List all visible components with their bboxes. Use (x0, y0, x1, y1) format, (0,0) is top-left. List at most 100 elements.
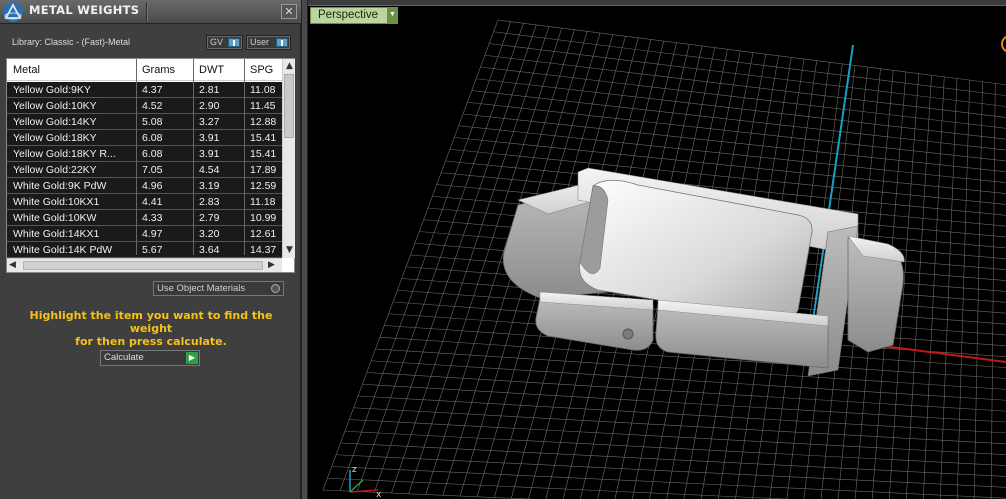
cell-grams: 4.37 (142, 84, 163, 96)
3d-viewport[interactable]: z x Perspective ▼ (308, 0, 1006, 499)
grid-line (922, 76, 945, 499)
scroll-left-icon[interactable]: ◀ (9, 259, 21, 272)
table-row[interactable]: Yellow Gold:22KY 7.05 4.54 17.89 (7, 162, 282, 178)
grid-line (462, 113, 1006, 173)
table-row[interactable]: Yellow Gold:14KY 5.08 3.27 12.88 (7, 114, 282, 130)
perspective-view-button[interactable]: Perspective ▼ (310, 7, 398, 24)
horizontal-scroll-thumb[interactable] (23, 261, 263, 270)
column-header-spg[interactable]: SPG (250, 64, 273, 76)
user-label: User (250, 37, 270, 47)
column-header-metal[interactable]: Metal (13, 64, 40, 76)
instructions-line: for then press calculate. (75, 335, 227, 348)
column-divider (193, 59, 194, 255)
cell-grams: 4.97 (142, 228, 163, 240)
cell-spg: 12.88 (250, 116, 277, 128)
calculate-button[interactable]: Calculate ▶ (100, 350, 200, 366)
metal-weights-panel: METAL WEIGHTS ✕ Library: Classic - (Fast… (0, 0, 301, 499)
cell-grams: 7.05 (142, 164, 163, 176)
instructions-line: Highlight the item you want to find the … (29, 309, 273, 335)
play-icon: ▶ (186, 352, 198, 364)
cell-dwt: 3.20 (199, 228, 220, 240)
table-header: Metal Grams DWT SPG (7, 59, 282, 81)
table-row[interactable]: Yellow Gold:9KY 4.37 2.81 11.08 (7, 82, 282, 98)
panel-title: METAL WEIGHTS (29, 3, 140, 17)
cell-spg: 15.41 (250, 132, 277, 144)
gv-library-toggle[interactable]: GV (206, 35, 243, 50)
cell-grams: 6.08 (142, 132, 163, 144)
instructions-text: Highlight the item you want to find the … (10, 309, 292, 348)
cell-metal: Yellow Gold:22KY (13, 164, 97, 176)
cell-dwt: 3.27 (199, 116, 220, 128)
viewport-scene: z x (322, 19, 1006, 499)
svg-text:x: x (376, 490, 382, 499)
cell-spg: 10.99 (250, 212, 277, 224)
grid-line (349, 419, 1006, 455)
grid-line (357, 395, 1006, 434)
app-logo-icon (3, 2, 23, 22)
cell-grams: 4.33 (142, 212, 163, 224)
grid-line (371, 360, 1006, 401)
x-axis-line (867, 343, 1006, 363)
table-row[interactable]: White Gold:14K PdW 5.67 3.64 14.37 (7, 242, 282, 258)
calculate-label: Calculate (104, 352, 144, 363)
grid-line (454, 137, 1006, 194)
perspective-label: Perspective (318, 9, 379, 21)
close-icon: ✕ (284, 5, 294, 18)
grid-line (375, 348, 1006, 390)
chevron-down-icon[interactable]: ▼ (387, 7, 398, 24)
column-header-dwt[interactable]: DWT (199, 64, 224, 76)
axis-gizmo-icon: z x (349, 465, 382, 499)
cell-metal: Yellow Gold:10KY (13, 100, 97, 112)
table-row[interactable]: White Gold:14KX1 4.97 3.20 12.61 (7, 226, 282, 242)
cell-metal: White Gold:10KX1 (13, 196, 100, 208)
panel-splitter[interactable] (301, 0, 308, 499)
cell-dwt: 2.83 (199, 196, 220, 208)
column-divider (136, 59, 137, 255)
vertical-scroll-thumb[interactable] (284, 74, 294, 138)
table-row[interactable]: White Gold:10KX1 4.41 2.83 11.18 (7, 194, 282, 210)
grid-line (366, 372, 1006, 412)
column-divider (244, 59, 245, 255)
grid-line (973, 81, 983, 499)
grid-line (990, 83, 996, 499)
table-row[interactable]: White Gold:10KW 4.33 2.79 10.99 (7, 210, 282, 226)
cell-dwt: 3.19 (199, 180, 220, 192)
vertical-scrollbar[interactable]: ▲ ▼ (282, 59, 295, 258)
scroll-up-icon[interactable]: ▲ (283, 59, 296, 73)
cell-spg: 11.45 (250, 100, 276, 112)
gv-label: GV (210, 37, 224, 47)
table-row[interactable]: Yellow Gold:18KY R... 6.08 3.91 15.41 (7, 146, 282, 162)
cell-metal: White Gold:14K PdW (13, 244, 113, 256)
grid-line (471, 90, 1006, 151)
toggle-indicator-icon (276, 38, 288, 47)
horizontal-scrollbar[interactable]: ◀ ▶ (7, 258, 282, 272)
cell-spg: 17.89 (250, 164, 277, 176)
column-header-grams[interactable]: Grams (142, 64, 175, 76)
use-object-materials-toggle[interactable]: Use Object Materials (153, 281, 284, 296)
grid-line (956, 80, 971, 499)
scroll-down-icon[interactable]: ▼ (283, 243, 296, 257)
scroll-right-icon[interactable]: ▶ (268, 259, 280, 272)
close-button[interactable]: ✕ (281, 4, 297, 19)
cell-metal: White Gold:10KW (13, 212, 97, 224)
cell-dwt: 2.90 (199, 100, 220, 112)
grid-line (327, 477, 792, 499)
cell-grams: 4.96 (142, 180, 163, 192)
table-row[interactable]: Yellow Gold:10KY 4.52 2.90 11.45 (7, 98, 282, 114)
table-row[interactable]: Yellow Gold:18KY 6.08 3.91 15.41 (7, 130, 282, 146)
clasp-model[interactable] (502, 167, 905, 377)
cell-grams: 4.52 (142, 100, 163, 112)
view-cube-icon[interactable] (1001, 35, 1006, 53)
cell-metal: Yellow Gold:18KY R... (13, 148, 116, 160)
table-row[interactable]: White Gold:9K PdW 4.96 3.19 12.59 (7, 178, 282, 194)
cell-dwt: 3.91 (199, 132, 220, 144)
cell-spg: 12.59 (250, 180, 277, 192)
user-library-toggle[interactable]: User (246, 35, 291, 50)
cell-metal: Yellow Gold:9KY (13, 84, 91, 96)
grid-line (905, 75, 932, 499)
toggle-indicator-icon (228, 38, 240, 47)
cell-grams: 6.08 (142, 148, 163, 160)
cell-spg: 15.41 (250, 148, 277, 160)
svg-text:z: z (352, 465, 357, 475)
cell-spg: 11.18 (250, 196, 276, 208)
